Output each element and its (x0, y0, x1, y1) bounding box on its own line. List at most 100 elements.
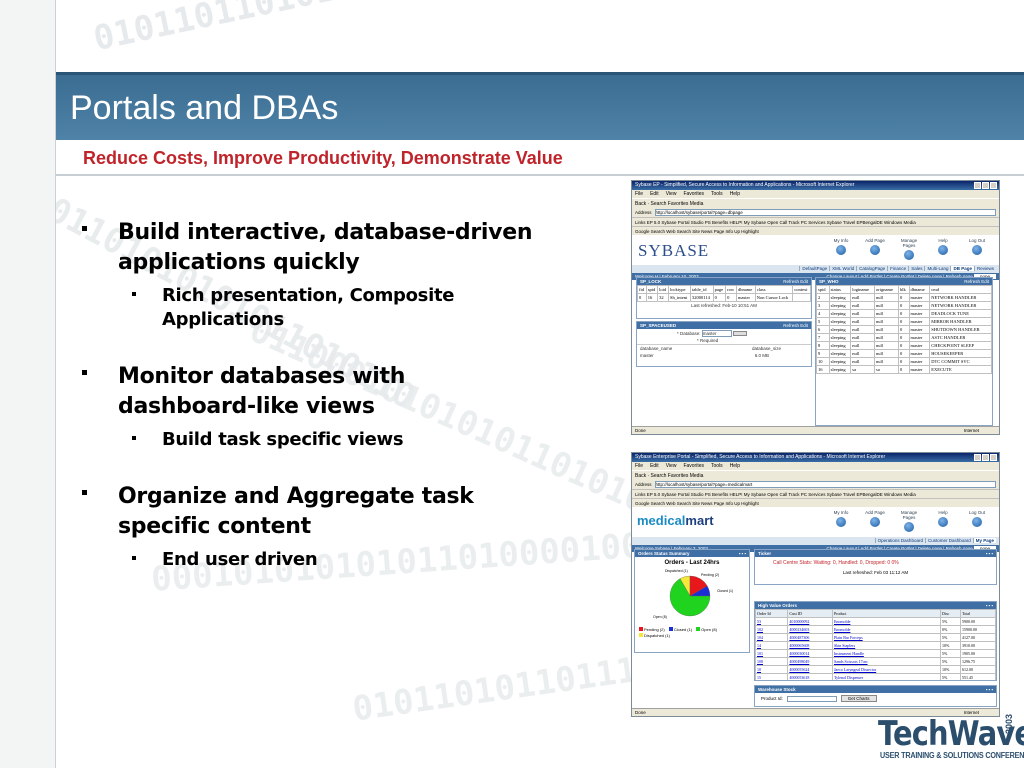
get-charts-button[interactable]: Get Charts (840, 695, 877, 702)
table-cell[interactable]: 4000053618 (787, 673, 833, 680)
manage-pages-button[interactable]: Manage Pages (897, 238, 921, 260)
menu-tools[interactable]: Tools (711, 463, 723, 469)
menu-file[interactable]: File (635, 191, 643, 197)
table-cell[interactable]: 53 (755, 617, 789, 626)
menu-edit[interactable]: Edit (650, 191, 659, 197)
links-bar[interactable]: Links EP 5.0 Sybase Portal Studio PS Ben… (632, 217, 999, 226)
table-row: 108 4000498049 Sands Scissors 17cm 5% 1296.7… (755, 657, 996, 666)
menu-view[interactable]: View (666, 463, 677, 469)
menu-favorites[interactable]: Favorites (683, 463, 704, 469)
close-icon[interactable] (990, 182, 997, 189)
logo-subtitle: USER TRAINING & SOLUTIONS CONFERENCE (880, 751, 1024, 760)
address-label: Address (635, 482, 652, 487)
table-row: 5 sleeping null null 0 master MIRROR HANDLER (816, 317, 992, 326)
tab-catalog-page[interactable]: CatalogPage (856, 266, 888, 271)
tab-default-page[interactable]: DefaultPage (799, 266, 830, 271)
help-button[interactable]: Help (931, 238, 955, 260)
menu-edit[interactable]: Edit (650, 463, 659, 469)
table-cell: sleeping (828, 293, 852, 302)
table-cell[interactable]: 101 (755, 649, 789, 658)
table-cell: master (908, 357, 931, 366)
tab-sales[interactable]: Sales (908, 266, 925, 271)
slice-label: Dispatched (1) (665, 569, 688, 573)
table-cell[interactable]: Enomolde (831, 617, 941, 626)
table-cell[interactable]: Plain Bar Forceps (831, 633, 941, 642)
table-cell[interactable]: 4000498049 (787, 657, 833, 666)
table-cell: null (873, 293, 899, 302)
table-cell[interactable]: 4000055624 (787, 665, 833, 674)
maximize-icon[interactable] (982, 182, 989, 189)
table-cell[interactable]: Instrument Handle (831, 649, 941, 658)
menu-help[interactable]: Help (730, 463, 740, 469)
table-cell[interactable]: 4000234603 (787, 625, 833, 634)
table-cell[interactable]: Sands Scissors 17cm (831, 657, 941, 666)
menu-view[interactable]: View (666, 191, 677, 197)
go-button[interactable] (733, 331, 748, 337)
minimize-icon[interactable] (974, 182, 981, 189)
add-page-button[interactable]: Add Page (863, 238, 887, 260)
table-cell[interactable]: 4000030014 (787, 649, 833, 658)
table-cell[interactable]: 104 (755, 633, 789, 642)
google-toolbar[interactable]: Google Search Web Search Site News Page … (632, 498, 999, 507)
table-cell[interactable]: Enomolde (831, 625, 941, 634)
menu-favorites[interactable]: Favorites (683, 191, 704, 197)
product-id-input[interactable] (786, 695, 837, 702)
manage-pages-button[interactable]: Manage Pages (897, 510, 921, 532)
table-cell[interactable]: 108 (755, 657, 789, 666)
google-toolbar[interactable]: Google Search Web Search Site News Page … (632, 226, 999, 235)
menu-tools[interactable]: Tools (711, 191, 723, 197)
high-value-orders-panel: High Value Orders ▪ ▪ ▪ Order Id Cust ID Pr… (754, 601, 997, 681)
menu-file[interactable]: File (635, 463, 643, 469)
tab-multi-lang[interactable]: Multi-Lang (924, 266, 951, 271)
my-info-button[interactable]: My Info (829, 238, 853, 260)
tab-operations-dashboard[interactable]: Operations Dashboard (874, 538, 925, 543)
table-cell[interactable]: Skin Staplers (831, 641, 941, 650)
links-bar[interactable]: Links EP 5.0 Sybase Portal Studio PS Ben… (632, 489, 999, 498)
menu-help[interactable]: Help (730, 191, 740, 197)
table-cell[interactable]: Tylenol Dispenser (831, 673, 941, 680)
maximize-icon[interactable] (982, 454, 989, 461)
close-icon[interactable] (990, 454, 997, 461)
tab-finance[interactable]: Finance (887, 266, 909, 271)
table-cell: null (850, 317, 875, 326)
my-info-button[interactable]: My Info (829, 510, 853, 532)
tab-my-page[interactable]: My Page (972, 538, 996, 543)
tab-customer-dashboard[interactable]: Customer Dashboard (924, 538, 973, 543)
address-bar: Address http://localhost/sybase/portal?p… (632, 480, 999, 489)
window-title-bar: Sybase Enterprise Portal - Simplified, S… (632, 453, 999, 462)
tab-db-page[interactable]: DB Page (950, 266, 974, 271)
legend-item: Dispatched (1) (639, 633, 670, 638)
tab-reviews[interactable]: Reviews (973, 266, 996, 271)
table-cell: 5% (939, 673, 962, 680)
manage-pages-icon (904, 250, 914, 260)
portal-nav: My Info Add Page Manage Pages Help Log O… (829, 510, 989, 532)
table-cell[interactable]: 15 (755, 673, 789, 680)
table-cell[interactable]: 10 (755, 665, 789, 674)
table-cell[interactable]: 4000487306 (787, 633, 833, 642)
table-cell: null (850, 357, 875, 366)
table-cell[interactable]: Jaeco Laryngeal Dissector (831, 665, 941, 674)
table-cell[interactable]: 4010000092 (787, 617, 833, 626)
log-out-button[interactable]: Log Out (965, 510, 989, 532)
warehouse-form: Product Id: Get Charts (755, 693, 996, 704)
logo-main-text: TechWave (878, 714, 1024, 754)
table-cell[interactable]: 4000065608 (787, 641, 833, 650)
minimize-icon[interactable] (974, 454, 981, 461)
help-button[interactable]: Help (931, 510, 955, 532)
space-row: master 6.0 MB (640, 353, 769, 358)
slide-subtitle: Reduce Costs, Improve Productivity, Demo… (83, 148, 563, 168)
add-page-button[interactable]: Add Page (863, 510, 887, 532)
browser-toolbar[interactable]: Back · Search Favorites Media (632, 470, 999, 480)
panel-header: Ticker ▪ ▪ ▪ (755, 550, 996, 557)
table-cell[interactable]: 102 (755, 625, 789, 634)
table-cell[interactable]: 14 (755, 641, 789, 650)
tab-xml-world[interactable]: XML World (829, 266, 857, 271)
table-cell: master (908, 293, 931, 302)
browser-toolbar[interactable]: Back · Search Favorites Media (632, 198, 999, 208)
address-input[interactable]: http://localhost/sybase/portal?page=dbpa… (654, 209, 996, 216)
table-cell: DEADLOCK TUNE (929, 309, 992, 318)
table-cell: master (908, 317, 931, 326)
log-out-button[interactable]: Log Out (965, 238, 989, 260)
address-input[interactable]: http://localhost/sybase/portal?page=medi… (654, 481, 996, 488)
database-input[interactable]: master (701, 330, 732, 337)
